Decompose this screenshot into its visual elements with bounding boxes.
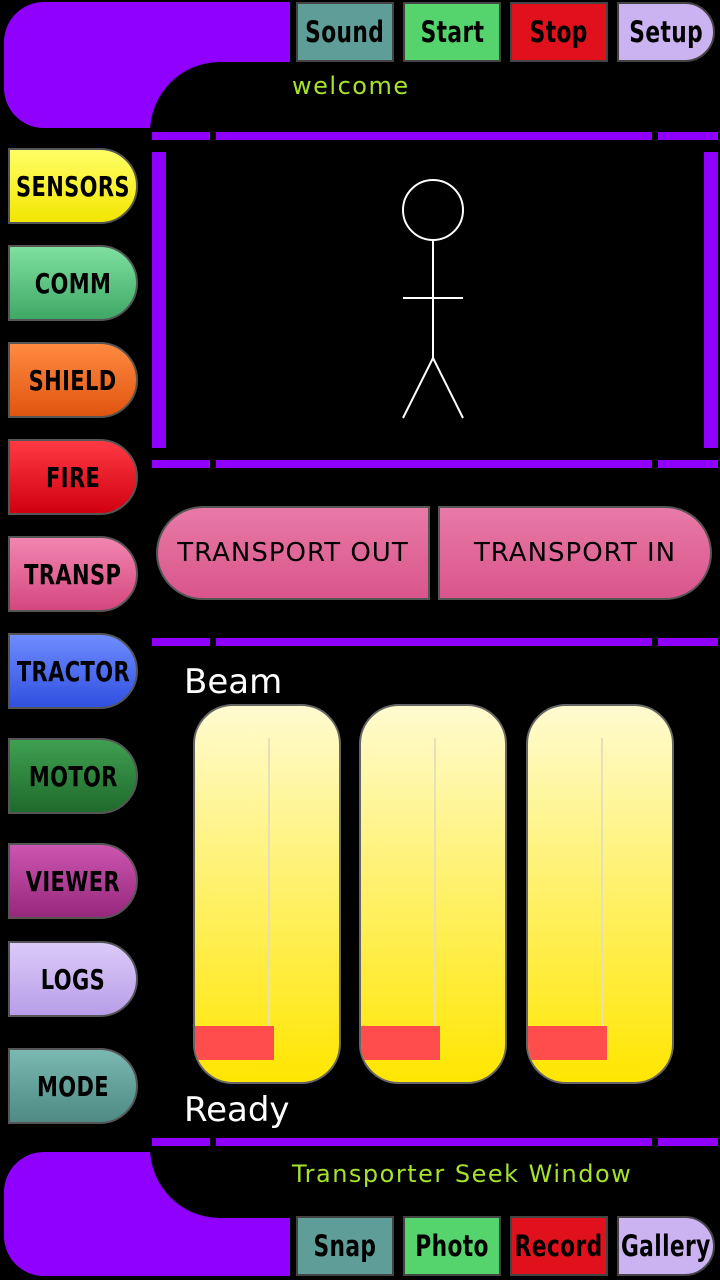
- logs-button[interactable]: LOGS: [8, 941, 138, 1017]
- photo-button[interactable]: Photo: [403, 1216, 501, 1276]
- comm-button[interactable]: COMM: [8, 245, 138, 321]
- slider-track: [268, 738, 270, 1028]
- setup-button[interactable]: Setup: [617, 2, 715, 62]
- transport-out-button[interactable]: TRANSPORT OUT: [156, 506, 430, 600]
- status-top: welcome: [292, 72, 410, 100]
- sensors-button[interactable]: SENSORS: [8, 148, 138, 224]
- sound-button[interactable]: Sound: [296, 2, 394, 62]
- motor-button[interactable]: MOTOR: [8, 738, 138, 814]
- viewer-screen: [178, 140, 690, 460]
- stop-button[interactable]: Stop: [510, 2, 608, 62]
- gallery-button[interactable]: Gallery: [617, 1216, 715, 1276]
- mode-button[interactable]: MODE: [8, 1048, 138, 1124]
- viewer-button[interactable]: VIEWER: [8, 843, 138, 919]
- tractor-button[interactable]: TRACTOR: [8, 633, 138, 709]
- snap-button[interactable]: Snap: [296, 1216, 394, 1276]
- beam-slider-3[interactable]: [526, 704, 674, 1084]
- start-button[interactable]: Start: [403, 2, 501, 62]
- transp-button[interactable]: TRANSP: [8, 536, 138, 612]
- transport-in-button[interactable]: TRANSPORT IN: [438, 506, 712, 600]
- slider-track: [434, 738, 436, 1028]
- fire-button[interactable]: FIRE: [8, 439, 138, 515]
- record-button[interactable]: Record: [510, 1216, 608, 1276]
- stick-figure-icon: [402, 179, 464, 419]
- slider-level[interactable]: [528, 1026, 608, 1060]
- status-bottom: Transporter Seek Window: [292, 1160, 633, 1188]
- beam-title: Beam: [184, 662, 283, 702]
- beam-status: Ready: [184, 1090, 290, 1130]
- slider-level[interactable]: [361, 1026, 441, 1060]
- beam-slider-1[interactable]: [193, 704, 341, 1084]
- shield-button[interactable]: SHIELD: [8, 342, 138, 418]
- beam-slider-2[interactable]: [359, 704, 507, 1084]
- slider-level[interactable]: [195, 1026, 275, 1060]
- slider-track: [601, 738, 603, 1028]
- viewer-panel: [152, 132, 718, 468]
